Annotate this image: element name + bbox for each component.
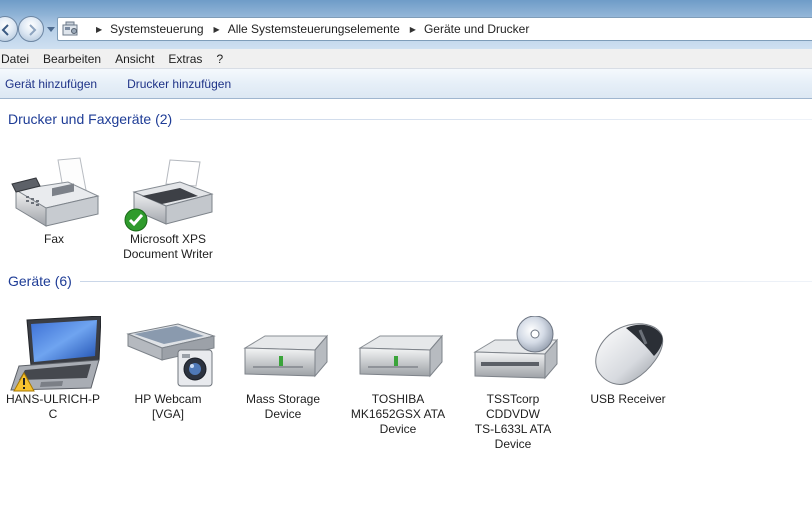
device-toshiba-hdd[interactable]: TOSHIBA MK1652GSX ATA Device <box>343 316 453 437</box>
breadcrumb-systemsteuerung[interactable]: Systemsteuerung <box>110 22 203 36</box>
breadcrumb-geraete-und-drucker[interactable]: Geräte und Drucker <box>424 22 529 36</box>
group-title-printers: Drucker und Faxgeräte (2) <box>8 111 173 127</box>
forward-button[interactable] <box>18 16 44 42</box>
device-label: Microsoft XPS Document Writer <box>123 232 213 261</box>
menu-extras[interactable]: Extras <box>161 52 209 66</box>
drive-icon <box>235 316 331 392</box>
device-fax[interactable]: Fax <box>0 156 109 247</box>
control-panel-icon <box>62 21 78 36</box>
device-label: HANS-ULRICH-P C <box>5 392 100 421</box>
breadcrumb-separator-icon[interactable]: ▶ <box>214 25 220 34</box>
default-printer-check-icon <box>124 208 148 232</box>
drive-icon <box>350 316 446 392</box>
fax-icon <box>6 156 102 232</box>
laptop-icon <box>5 315 102 392</box>
breadcrumb-separator-icon[interactable]: ▶ <box>410 25 416 34</box>
device-hp-webcam[interactable]: HP Webcam [VGA] <box>113 316 223 422</box>
breadcrumb-alle-elemente[interactable]: Alle Systemsteuerungselemente <box>228 22 400 36</box>
group-header-devices[interactable]: Geräte (6) <box>0 271 812 291</box>
device-label: TOSHIBA MK1652GSX ATA Device <box>350 392 446 436</box>
menu-bar: Datei Bearbeiten Ansicht Extras ? <box>0 49 812 69</box>
recent-pages-dropdown-icon[interactable] <box>47 25 55 33</box>
device-label: TSSTcorp CDDVDW TS-L633L ATA Device <box>474 392 552 451</box>
group-header-printers[interactable]: Drucker und Faxgeräte (2) <box>0 109 812 129</box>
printer-icon <box>120 156 216 232</box>
add-printer-button[interactable]: Drucker hinzufügen <box>112 77 246 91</box>
command-bar: Gerät hinzufügen Drucker hinzufügen <box>0 69 812 99</box>
add-device-button[interactable]: Gerät hinzufügen <box>0 77 112 91</box>
back-button[interactable] <box>0 16 18 42</box>
device-usb-receiver[interactable]: USB Receiver <box>573 316 683 407</box>
title-bar: ▶ Systemsteuerung ▶ Alle Systemsteuerung… <box>0 0 812 49</box>
device-label: Fax <box>43 232 64 246</box>
device-mass-storage[interactable]: Mass Storage Device <box>228 316 338 422</box>
group-title-devices: Geräte (6) <box>8 273 72 289</box>
menu-help[interactable]: ? <box>209 52 230 66</box>
menu-bearbeiten[interactable]: Bearbeiten <box>36 52 108 66</box>
group-divider <box>180 118 812 120</box>
back-arrow-icon <box>1 24 9 36</box>
warning-icon <box>13 372 35 392</box>
device-label: HP Webcam [VGA] <box>134 392 202 421</box>
scanner-camera-icon <box>120 316 216 392</box>
device-hans-ulrich-pc[interactable]: HANS-ULRICH-P C <box>0 315 108 422</box>
breadcrumb-separator-icon[interactable]: ▶ <box>96 25 102 34</box>
optical-drive-icon <box>465 315 561 392</box>
mouse-icon <box>580 316 676 392</box>
menu-datei[interactable]: Datei <box>0 52 36 66</box>
address-bar[interactable]: ▶ Systemsteuerung ▶ Alle Systemsteuerung… <box>57 17 812 41</box>
device-tsstcorp-dvd[interactable]: TSSTcorp CDDVDW TS-L633L ATA Device <box>458 315 568 452</box>
menu-ansicht[interactable]: Ansicht <box>108 52 161 66</box>
forward-arrow-icon <box>29 24 37 36</box>
group-divider <box>79 280 812 282</box>
device-label: USB Receiver <box>590 392 666 406</box>
device-label: Mass Storage Device <box>245 392 321 421</box>
device-xps-document-writer[interactable]: Microsoft XPS Document Writer <box>113 156 223 262</box>
